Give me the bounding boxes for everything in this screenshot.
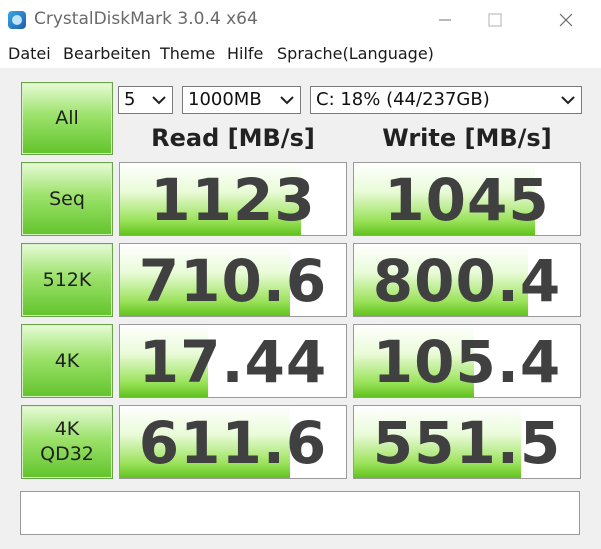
4k-qd32-read-value: 611.6 <box>138 409 328 477</box>
seq-button[interactable]: Seq <box>21 162 113 236</box>
512k-read-value: 710.6 <box>138 247 328 315</box>
all-button[interactable]: All <box>21 82 113 155</box>
comment-box[interactable] <box>20 491 580 535</box>
512k-write-cell: 800.4 <box>353 243 581 317</box>
chevron-down-icon <box>561 96 575 105</box>
write-header: Write [MB/s] <box>382 124 552 152</box>
4k-read-cell: 17.44 <box>119 324 347 398</box>
close-button[interactable] <box>546 6 586 34</box>
maximize-icon <box>488 13 502 27</box>
4k-button-label: 4K <box>54 349 80 372</box>
seq-write-cell: 1045 <box>353 162 581 236</box>
window-title: CrystalDiskMark 3.0.4 x64 <box>34 9 258 29</box>
menu-bearbeiten[interactable]: Bearbeiten <box>63 44 151 63</box>
512k-button[interactable]: 512K <box>21 243 113 317</box>
drive-select[interactable]: C: 18% (44/237GB) <box>310 86 582 114</box>
menu-hilfe[interactable]: Hilfe <box>227 44 263 63</box>
4k-write-value: 105.4 <box>372 328 562 396</box>
test-size-value: 1000MB <box>188 89 262 110</box>
4k-write-cell: 105.4 <box>353 324 581 398</box>
test-count-value: 5 <box>124 89 136 110</box>
menu-datei[interactable]: Datei <box>8 44 51 63</box>
seq-button-label: Seq <box>49 187 85 210</box>
app-icon <box>8 11 26 29</box>
test-size-select[interactable]: 1000MB <box>182 86 301 114</box>
minimize-icon <box>439 19 451 21</box>
menu-theme[interactable]: Theme <box>160 44 215 63</box>
seq-read-cell: 1123 <box>119 162 347 236</box>
4k-qd32-write-cell: 551.5 <box>353 405 581 479</box>
menu-sprache[interactable]: Sprache(Language) <box>277 44 434 63</box>
4k-qd32-button-label-line2: QD32 <box>40 443 94 465</box>
test-count-select[interactable]: 5 <box>118 86 173 114</box>
all-button-label: All <box>55 107 79 129</box>
4k-qd32-button[interactable]: 4K QD32 <box>21 405 113 479</box>
4k-button[interactable]: 4K <box>21 324 113 398</box>
read-header: Read [MB/s] <box>151 124 315 152</box>
seq-read-value: 1123 <box>150 166 316 234</box>
512k-write-value: 800.4 <box>372 247 562 315</box>
minimize-button[interactable] <box>425 6 465 34</box>
maximize-button[interactable] <box>475 6 515 34</box>
512k-button-label: 512K <box>42 268 92 291</box>
chevron-down-icon <box>280 96 294 105</box>
4k-qd32-read-cell: 611.6 <box>119 405 347 479</box>
512k-read-cell: 710.6 <box>119 243 347 317</box>
close-icon <box>559 13 573 27</box>
drive-value: C: 18% (44/237GB) <box>316 89 490 110</box>
4k-read-value: 17.44 <box>138 328 328 396</box>
seq-write-value: 1045 <box>384 166 550 234</box>
4k-qd32-write-value: 551.5 <box>372 409 562 477</box>
chevron-down-icon <box>152 96 166 105</box>
4k-qd32-button-label-line1: 4K <box>54 418 80 440</box>
